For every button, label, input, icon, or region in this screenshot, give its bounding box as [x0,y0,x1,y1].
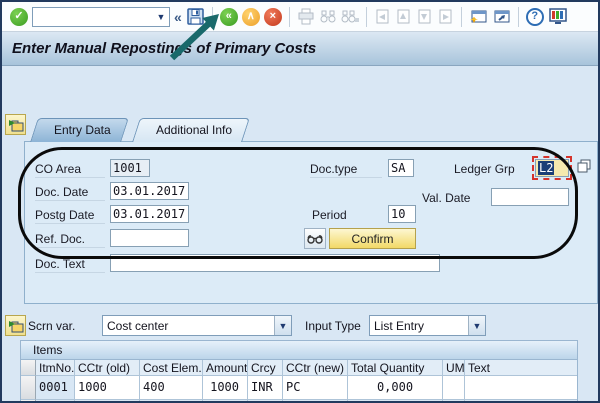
find-icon [319,8,337,26]
period-label: Period [312,206,372,224]
period-field[interactable]: 10 [388,205,416,223]
last-page-icon [437,8,454,26]
val-date-label: Val. Date [422,189,484,207]
exit-icon[interactable]: ∧ [242,8,260,26]
cell-text[interactable] [465,376,577,400]
help-icon[interactable]: ? [526,8,544,26]
doc-date-label: Doc. Date [35,183,105,201]
chevron-down-icon[interactable]: ▼ [468,316,485,335]
postg-date-field[interactable]: 03.01.2017 [110,205,189,223]
first-page-icon [374,8,391,26]
command-input[interactable] [33,9,153,25]
toolbar-separator [212,7,213,27]
input-type-label: Input Type [305,319,361,333]
row-selector[interactable] [21,376,36,400]
tab-additional-info[interactable]: Additional Info [136,118,246,142]
display-glasses-button[interactable] [304,228,326,249]
cell-cctr-new[interactable]: PC [283,376,348,400]
sap-window: ✓ ▼ « « ∧ × [0,0,600,403]
items-header-bar: Items [20,340,578,360]
ledger-grp-label: Ledger Grp [454,160,530,178]
doc-text-field[interactable] [110,254,440,272]
items-header-row: ItmNo. CCtr (old) Cost Elem. Amount Crcy… [21,360,577,376]
next-page-icon [416,8,433,26]
table-row: 0001 1000 400 1000 INR PC 0,000 [21,376,577,400]
title-bar: Enter Manual Repostings of Primary Costs [2,32,598,66]
scrn-var-label: Scrn var. [28,319,75,333]
standard-toolbar: ✓ ▼ « « ∧ × [2,2,598,32]
doc-type-field[interactable]: SA [388,159,414,177]
val-date-field[interactable] [491,188,569,206]
cell-cctr-old[interactable]: 1000 [75,376,140,400]
ledger-grp-field[interactable]: L2 [535,159,569,177]
col-crcy[interactable]: Crcy [248,360,283,376]
scrn-var-dropdown[interactable]: Cost center ▼ [102,315,292,336]
col-cctr-old[interactable]: CCtr (old) [75,360,140,376]
chevron-down-icon[interactable]: ▼ [153,8,169,26]
ref-doc-field[interactable] [110,229,189,247]
cell-itmno[interactable]: 0001 [36,376,75,400]
back-icon[interactable]: « [220,8,238,26]
toolbar-separator [366,7,367,27]
co-area-label: CO Area [35,160,105,178]
save-icon[interactable] [186,7,205,26]
doc-text-label: Doc. Text [35,255,105,273]
cell-amount[interactable]: 1000 [203,376,248,400]
items-table: ItmNo. CCtr (old) Cost Elem. Amount Crcy… [20,360,578,403]
tab-entry-data[interactable]: Entry Data [34,118,125,142]
col-total-quantity[interactable]: Total Quantity [348,360,443,376]
previous-page-icon [395,8,412,26]
cell-um[interactable] [443,376,465,400]
col-amount[interactable]: Amount [203,360,248,376]
multiple-selection-icon[interactable] [576,158,592,174]
collapse-icon[interactable]: « [174,9,182,25]
postg-date-label: Postg Date [35,206,105,224]
cell-crcy[interactable]: INR [248,376,283,400]
col-itmno[interactable]: ItmNo. [36,360,75,376]
confirm-button[interactable]: Confirm [329,228,416,249]
col-cctr-new[interactable]: CCtr (new) [283,360,348,376]
co-area-field[interactable]: 1001 [110,159,150,177]
col-um[interactable]: UM [443,360,465,376]
enter-icon[interactable]: ✓ [10,8,28,26]
col-text[interactable]: Text [465,360,577,376]
print-icon [297,8,315,26]
doc-date-field[interactable]: 03.01.2017 [110,182,189,200]
toolbar-separator [461,7,462,27]
items-title: Items [33,343,62,357]
command-field[interactable]: ▼ [32,7,170,27]
glasses-icon [307,233,323,245]
chevron-down-icon[interactable]: ▼ [274,316,291,335]
new-session-icon[interactable] [469,8,488,26]
input-type-dropdown[interactable]: List Entry ▼ [369,315,486,336]
cancel-icon[interactable]: × [264,8,282,26]
cell-total-quantity[interactable]: 0,000 [348,376,443,400]
toolbar-separator [289,7,290,27]
doc-type-label: Doc.type [310,160,382,178]
select-all-cell[interactable] [21,360,36,376]
cell-cost-elem[interactable]: 400 [140,376,203,400]
customize-icon[interactable] [548,7,568,26]
folder-arrow-icon[interactable] [5,315,26,336]
find-next-icon [341,8,359,26]
folder-arrow-icon[interactable] [5,114,26,135]
page-title: Enter Manual Repostings of Primary Costs [12,40,316,57]
shortcut-icon[interactable] [492,8,511,26]
col-cost-elem[interactable]: Cost Elem. [140,360,203,376]
ref-doc-label: Ref. Doc. [35,230,105,248]
toolbar-separator [518,7,519,27]
